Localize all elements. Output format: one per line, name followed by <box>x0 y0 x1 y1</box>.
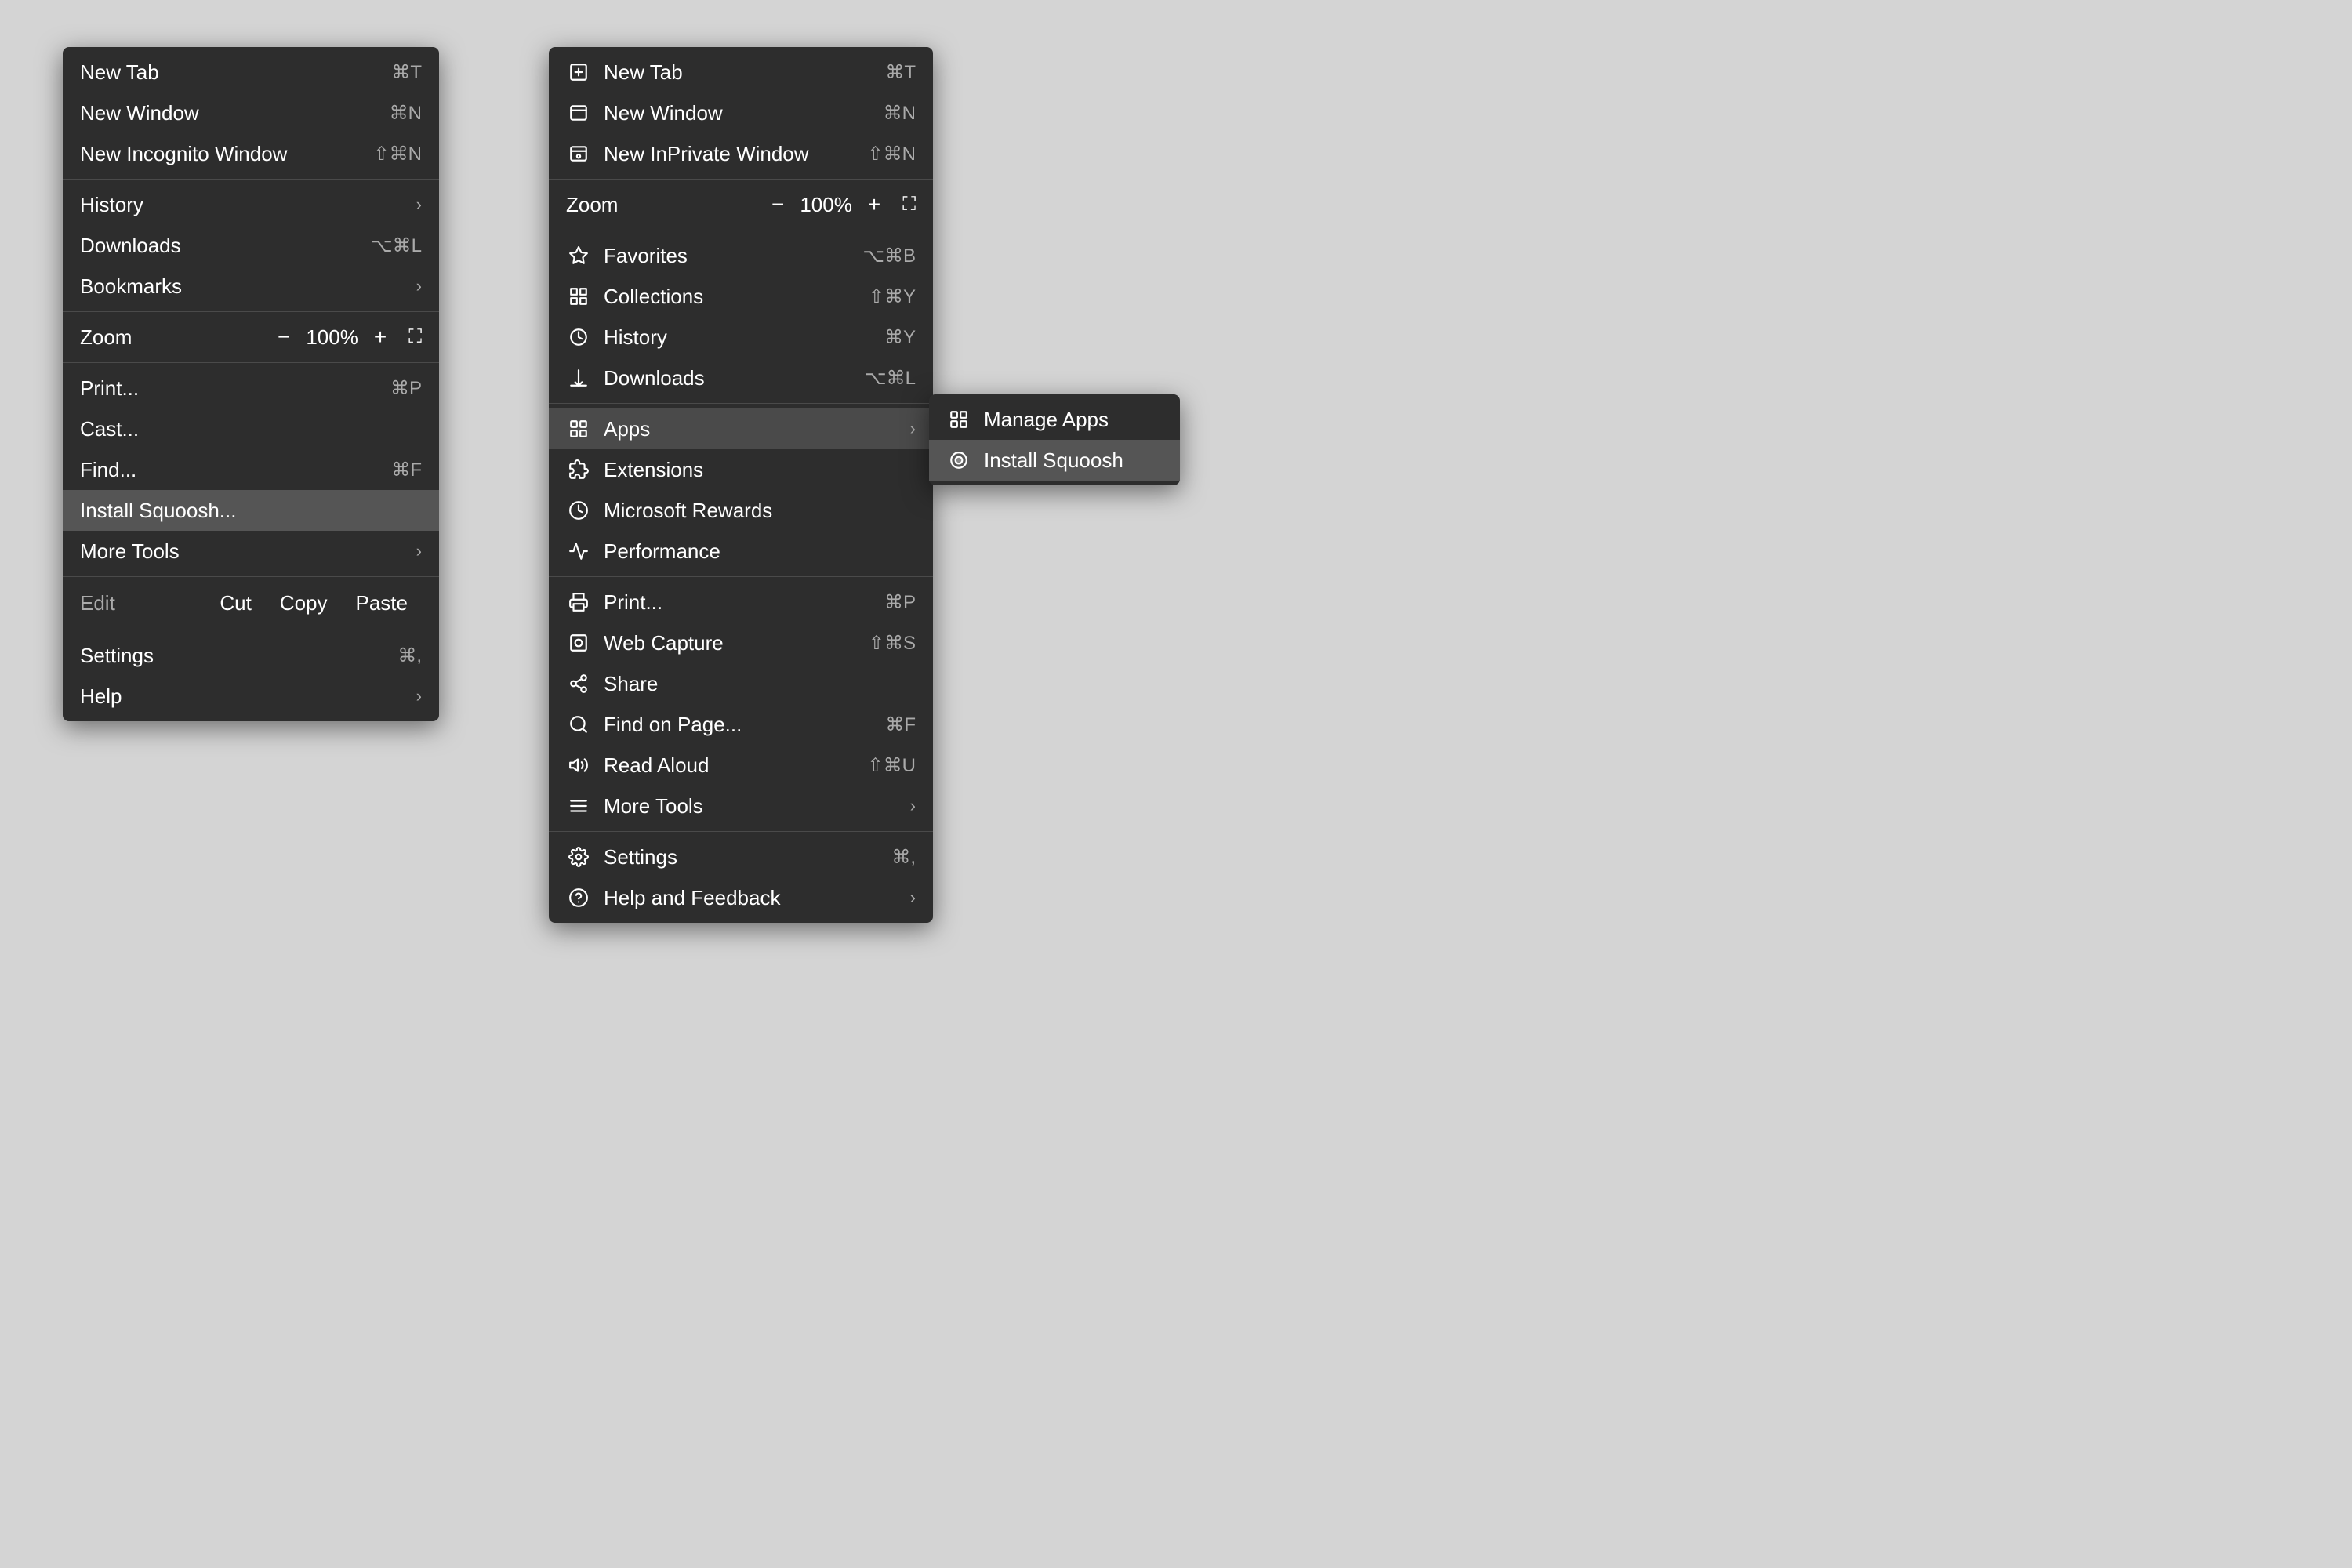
edit-label: Edit <box>80 591 205 615</box>
arrow-icon: › <box>416 541 422 561</box>
edge-zoom-value: 100% <box>800 193 852 217</box>
edge-separator-1 <box>549 179 933 180</box>
find-icon <box>566 712 591 737</box>
chrome-zoom-row: Zoom − 100% + ⛶ <box>63 317 439 358</box>
edge-new-window[interactable]: New Window ⌘N <box>549 93 933 133</box>
edge-performance[interactable]: Performance <box>549 531 933 572</box>
arrow-icon: › <box>416 276 422 296</box>
edge-new-tab[interactable]: New Tab ⌘T <box>549 52 933 93</box>
chrome-cast[interactable]: Cast... <box>63 408 439 449</box>
share-icon <box>566 671 591 696</box>
chrome-print[interactable]: Print... ⌘P <box>63 368 439 408</box>
window-icon <box>566 100 591 125</box>
chrome-more-tools[interactable]: More Tools › <box>63 531 439 572</box>
copy-button[interactable]: Copy <box>266 588 342 619</box>
manage-apps[interactable]: Manage Apps <box>929 399 1180 440</box>
edge-separator-5 <box>549 831 933 832</box>
edge-new-inprivate[interactable]: New InPrivate Window ⇧⌘N <box>549 133 933 174</box>
inprivate-icon <box>566 141 591 166</box>
edge-separator-4 <box>549 576 933 577</box>
arrow-icon: › <box>910 796 916 816</box>
chrome-history[interactable]: History › <box>63 184 439 225</box>
chrome-help[interactable]: Help › <box>63 676 439 717</box>
edge-zoom-controls: − 100% + ⛶ <box>765 191 916 219</box>
chrome-install-squoosh[interactable]: Install Squoosh... <box>63 490 439 531</box>
zoom-expand-button[interactable]: ⛶ <box>408 326 422 348</box>
chrome-context-menu: New Tab ⌘T New Window ⌘N New Incognito W… <box>63 47 439 721</box>
edge-apps[interactable]: Apps › <box>549 408 933 449</box>
edge-zoom-out-button[interactable]: − <box>765 191 790 219</box>
chrome-bookmarks[interactable]: Bookmarks › <box>63 266 439 307</box>
edge-settings[interactable]: Settings ⌘, <box>549 837 933 877</box>
chrome-settings[interactable]: Settings ⌘, <box>63 635 439 676</box>
edge-rewards[interactable]: Microsoft Rewards <box>549 490 933 531</box>
edge-help-feedback[interactable]: Help and Feedback › <box>549 877 933 918</box>
edge-separator-3 <box>549 403 933 404</box>
edge-zoom-row: Zoom − 100% + ⛶ <box>549 184 933 225</box>
edge-web-capture[interactable]: Web Capture ⇧⌘S <box>549 622 933 663</box>
edge-more-tools[interactable]: More Tools › <box>549 786 933 826</box>
edge-zoom-in-button[interactable]: + <box>862 191 887 219</box>
extensions-icon <box>566 457 591 482</box>
arrow-icon: › <box>910 419 916 439</box>
cut-button[interactable]: Cut <box>205 588 265 619</box>
zoom-controls: − 100% + ⛶ <box>271 323 422 351</box>
zoom-out-button[interactable]: − <box>271 323 296 351</box>
webcapture-icon <box>566 630 591 655</box>
edge-zoom-expand-button[interactable]: ⛶ <box>902 194 916 216</box>
arrow-icon: › <box>910 887 916 908</box>
apps-submenu: Manage Apps Install Squoosh <box>929 394 1180 485</box>
squoosh-icon <box>946 448 971 473</box>
arrow-icon: › <box>416 686 422 706</box>
edge-favorites[interactable]: Favorites ⌥⌘B <box>549 235 933 276</box>
collections-icon <box>566 284 591 309</box>
more-tools-icon <box>566 793 591 818</box>
edge-print[interactable]: Print... ⌘P <box>549 582 933 622</box>
chrome-edit-row: Edit Cut Copy Paste <box>63 582 439 625</box>
downloads-icon <box>566 365 591 390</box>
zoom-in-button[interactable]: + <box>368 323 393 351</box>
paste-button[interactable]: Paste <box>342 588 423 619</box>
readaloud-icon <box>566 753 591 778</box>
edge-find-on-page[interactable]: Find on Page... ⌘F <box>549 704 933 745</box>
zoom-label: Zoom <box>80 325 271 350</box>
edge-read-aloud[interactable]: Read Aloud ⇧⌘U <box>549 745 933 786</box>
edge-extensions[interactable]: Extensions <box>549 449 933 490</box>
rewards-icon <box>566 498 591 523</box>
chrome-new-incognito[interactable]: New Incognito Window ⇧⌘N <box>63 133 439 174</box>
chrome-downloads[interactable]: Downloads ⌥⌘L <box>63 225 439 266</box>
edge-downloads[interactable]: Downloads ⌥⌘L <box>549 358 933 398</box>
separator-2 <box>63 311 439 312</box>
zoom-value: 100% <box>306 325 358 350</box>
edge-share[interactable]: Share <box>549 663 933 704</box>
help-icon <box>566 885 591 910</box>
favorites-icon <box>566 243 591 268</box>
separator-1 <box>63 179 439 180</box>
print-icon <box>566 590 591 615</box>
newtab-icon <box>566 60 591 85</box>
edge-zoom-label: Zoom <box>566 193 765 217</box>
edge-history[interactable]: History ⌘Y <box>549 317 933 358</box>
manage-apps-icon <box>946 407 971 432</box>
separator-3 <box>63 362 439 363</box>
chrome-new-tab[interactable]: New Tab ⌘T <box>63 52 439 93</box>
edge-context-menu: New Tab ⌘T New Window ⌘N New InPrivate W… <box>549 47 933 923</box>
submenu-install-squoosh[interactable]: Install Squoosh <box>929 440 1180 481</box>
arrow-icon: › <box>416 194 422 215</box>
performance-icon <box>566 539 591 564</box>
chrome-find[interactable]: Find... ⌘F <box>63 449 439 490</box>
chrome-new-window[interactable]: New Window ⌘N <box>63 93 439 133</box>
settings-icon <box>566 844 591 869</box>
separator-4 <box>63 576 439 577</box>
apps-icon <box>566 416 591 441</box>
history-icon <box>566 325 591 350</box>
edge-collections[interactable]: Collections ⇧⌘Y <box>549 276 933 317</box>
